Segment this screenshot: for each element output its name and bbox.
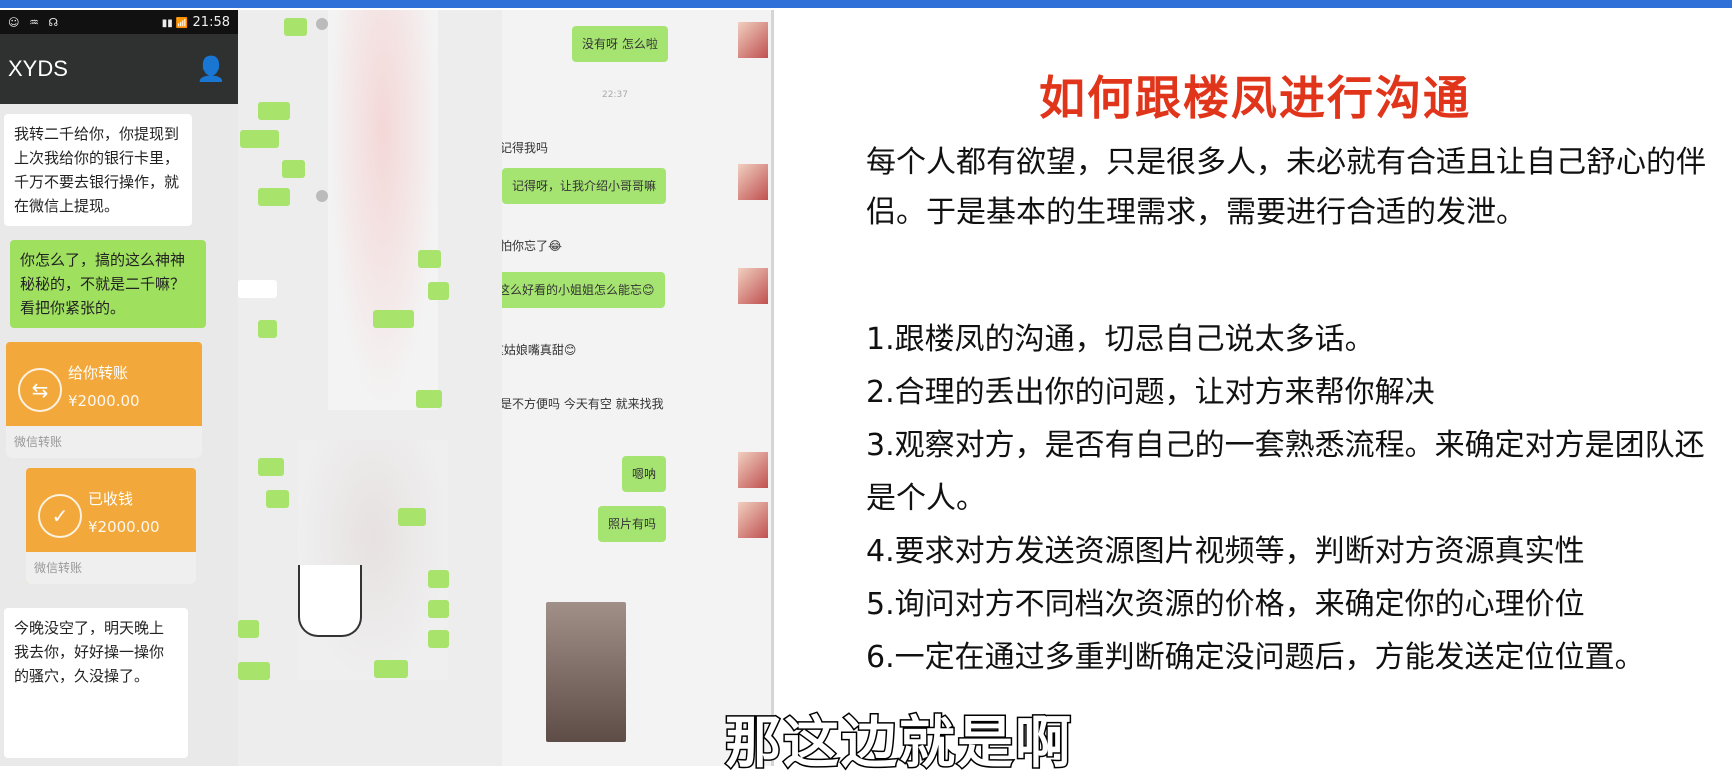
chat-message: 我转二千给你，你提现到上次我给你的银行卡里，千万不要去银行操作，就在微信上提现。 (4, 114, 192, 226)
chat-header: XYDS 👤 (0, 34, 238, 104)
blurred-area (328, 10, 438, 410)
small-message (416, 390, 442, 408)
small-message (258, 320, 277, 338)
small-message (284, 18, 308, 36)
chat-message: 没有呀 怎么啦 (572, 26, 668, 62)
blurred-area (298, 440, 448, 680)
transfer-footer: 微信转账 (26, 552, 196, 584)
chat-message: 你怎么了，搞的这么神神秘秘的，不就是二千嘛？看把你紧张的。 (10, 240, 206, 328)
avatar (738, 268, 768, 304)
avatar (316, 190, 328, 202)
scrollbar[interactable] (771, 10, 774, 766)
chat-message: 照片有吗 (598, 506, 667, 542)
signal-icon: ▮▮ 📶 (161, 17, 189, 29)
avatar (738, 452, 768, 488)
small-message (418, 250, 442, 268)
chat-message: 记得呀，让我介绍小哥哥嘛 (502, 168, 667, 204)
slide-title: 如何跟楼凤进行沟通 (1039, 71, 1471, 125)
contact-name: XYDS (8, 56, 68, 81)
small-message (258, 102, 291, 120)
chat-message: 嗯呐 (622, 456, 667, 492)
small-message (373, 310, 415, 328)
check-icon: ✓ (38, 494, 82, 538)
slide-content: 如何跟楼凤进行沟通 每个人都有欲望，只是很多人，未必就有合适且让自己舒心的伴侣。… (780, 10, 1730, 766)
chat-photo[interactable] (546, 602, 626, 742)
small-message (428, 600, 450, 618)
status-time-group: ▮▮ 📶 21:58 (162, 15, 230, 30)
small-message (240, 130, 279, 148)
chat-timestamp: 22:37 (602, 90, 628, 100)
transfer-amount: ¥2000.00 (68, 392, 140, 410)
avatar (738, 22, 768, 58)
chat-message: 我还怕你忘了😂 (502, 239, 563, 253)
window-top-border (0, 0, 1732, 8)
transfer-footer: 微信转账 (6, 426, 202, 458)
small-message (428, 282, 450, 300)
transfer-card[interactable]: ✓ 已收钱 ¥2000.00 微信转账 (26, 468, 196, 584)
avatar (738, 164, 768, 200)
small-message (398, 508, 426, 526)
chat-screenshot-right: 22:37 没有呀 怎么啦 你还记得我吗 记得呀，让我介绍小哥哥嘛 我还怕你忘了… (502, 10, 774, 766)
status-time: 21:58 (192, 14, 230, 30)
slide-point: 2.合理的丢出你的问题，让对方来帮你解决 (866, 375, 1435, 410)
chat-message: 你还记得我吗 (502, 141, 549, 155)
blurred-chat-screenshot (238, 10, 502, 766)
small-message (238, 620, 260, 638)
small-message (428, 630, 450, 648)
slide-point: 6.一定在通过多重判断确定没问题后，方能发送定位位置。 (866, 640, 1645, 675)
small-message (282, 160, 306, 178)
cartoon-sticker (298, 565, 362, 637)
chat-message: 今晚没空了，明天晚上我去你，好好操一操你的骚穴，久没操了。 (4, 608, 188, 758)
slide-point: 1.跟楼凤的沟通，切忌自己说太多话。 (866, 322, 1375, 357)
avatar (316, 18, 328, 30)
slide-intro: 每个人都有欲望，只是很多人，未必就有合适且让自己舒心的伴侣。于是基本的生理需求，… (866, 145, 1706, 230)
video-subtitle: 那这边就是啊 (724, 710, 1073, 778)
transfer-title: 已收钱 (88, 490, 134, 508)
profile-icon[interactable]: 👤 (196, 55, 226, 83)
small-message (428, 570, 450, 588)
transfer-icon: ⇆ (18, 368, 62, 412)
slide-point: 4.要求对方发送资源图片视频等，判断对方资源真实性 (866, 534, 1585, 569)
transfer-title: 给你转账 (68, 364, 129, 382)
avatar (738, 502, 768, 538)
small-message (258, 458, 284, 476)
chat-message: 哈 这姑娘嘴真甜😊 (502, 343, 577, 357)
chat-message: 这么好看的小姐姐怎么能忘😊 (502, 272, 665, 308)
chat-message: 次不是不方便吗 今天有空 就来找我 (502, 397, 664, 411)
slide-points: 1.跟楼凤的沟通，切忌自己说太多话。 2.合理的丢出你的问题，让对方来帮你解决 … (866, 313, 1726, 684)
phone-status-bar: ☺ ♒ ☊ ▮▮ 📶 21:58 (0, 10, 238, 34)
status-icons: ☺ ♒ ☊ (8, 15, 62, 29)
small-message (374, 660, 409, 678)
slide-point: 3.观察对方，是否有自己的一套熟悉流程。来确定对方是团队还是个人。 (866, 428, 1705, 516)
phone-chat-screenshot: ☺ ♒ ☊ ▮▮ 📶 21:58 XYDS 👤 我转二千给你，你提现到上次我给你… (0, 10, 238, 766)
small-message (238, 280, 277, 298)
transfer-amount: ¥2000.00 (88, 518, 160, 536)
slide-point: 5.询问对方不同档次资源的价格，来确定你的心理价位 (866, 587, 1585, 622)
small-message (238, 662, 271, 680)
small-message (266, 490, 290, 508)
transfer-card[interactable]: ⇆ 给你转账 ¥2000.00 微信转账 (6, 342, 202, 458)
small-message (258, 188, 291, 206)
